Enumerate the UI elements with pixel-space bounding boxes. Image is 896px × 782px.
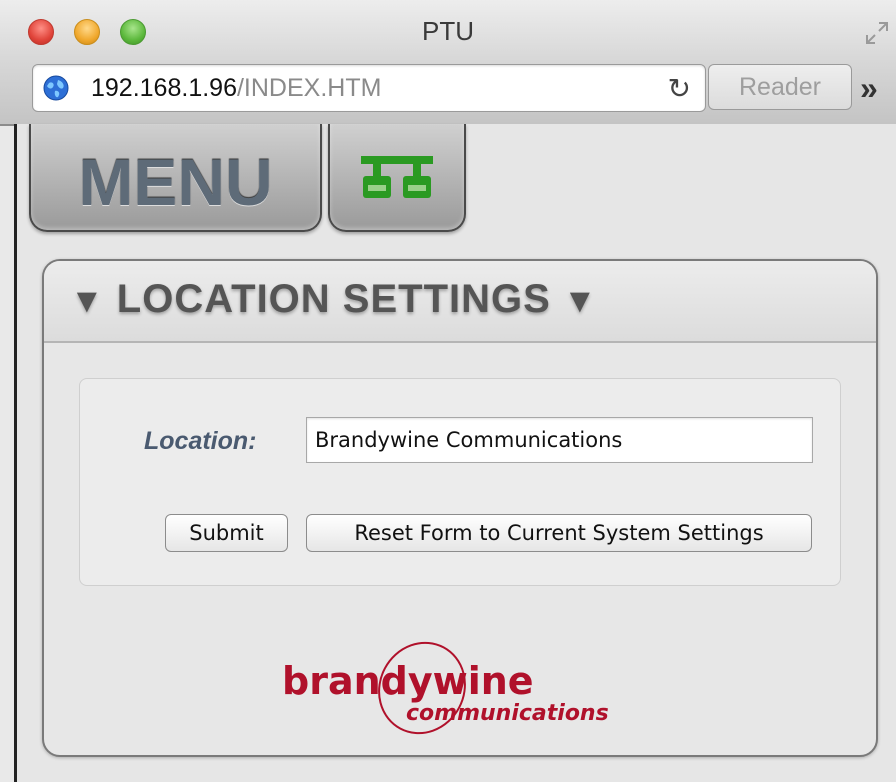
brandywine-logo: brandywine communications [282,641,609,735]
collapse-triangle-icon: ▼ [70,282,105,320]
window-title: PTU [422,16,474,46]
location-label: Location: [144,427,257,455]
page-content: MENU ▼ LOCATION SETTINGS ▼ Location: Sub… [14,124,896,782]
menu-label: MENU [78,145,273,219]
location-settings-panel: ▼ LOCATION SETTINGS ▼ Location: Submit R… [42,259,878,757]
submit-button[interactable]: Submit [165,514,288,552]
toolbar-overflow-icon[interactable]: » [860,70,878,107]
panel-title: ▼ LOCATION SETTINGS ▼ [70,277,598,322]
location-form: Location: Submit Reset Form to Current S… [79,378,841,586]
browser-toolbar: 192.168.1.96/INDEX.HTM ↻ Reader » [0,58,896,126]
collapse-triangle-icon: ▼ [562,282,598,320]
url-path: /INDEX.HTM [236,74,382,102]
globe-icon [43,75,69,101]
network-icon [361,156,433,198]
reload-icon[interactable]: ↻ [668,72,691,105]
panel-title-text: LOCATION SETTINGS [116,277,551,321]
url-text[interactable]: 192.168.1.96/INDEX.HTM [91,74,381,103]
reset-form-button[interactable]: Reset Form to Current System Settings [306,514,812,552]
window-titlebar: PTU [0,0,896,58]
menu-tab[interactable]: MENU [29,124,322,232]
url-host: 192.168.1.96 [91,74,237,102]
fullscreen-icon[interactable] [864,20,890,46]
svg-text:brandywine: brandywine [282,659,534,703]
reader-button[interactable]: Reader [708,64,852,110]
address-bar[interactable]: 192.168.1.96/INDEX.HTM ↻ [32,64,706,112]
panel-header[interactable]: ▼ LOCATION SETTINGS ▼ [44,261,876,343]
svg-text:communications: communications [406,701,609,726]
network-tab[interactable] [328,124,466,232]
location-input[interactable] [306,417,813,463]
